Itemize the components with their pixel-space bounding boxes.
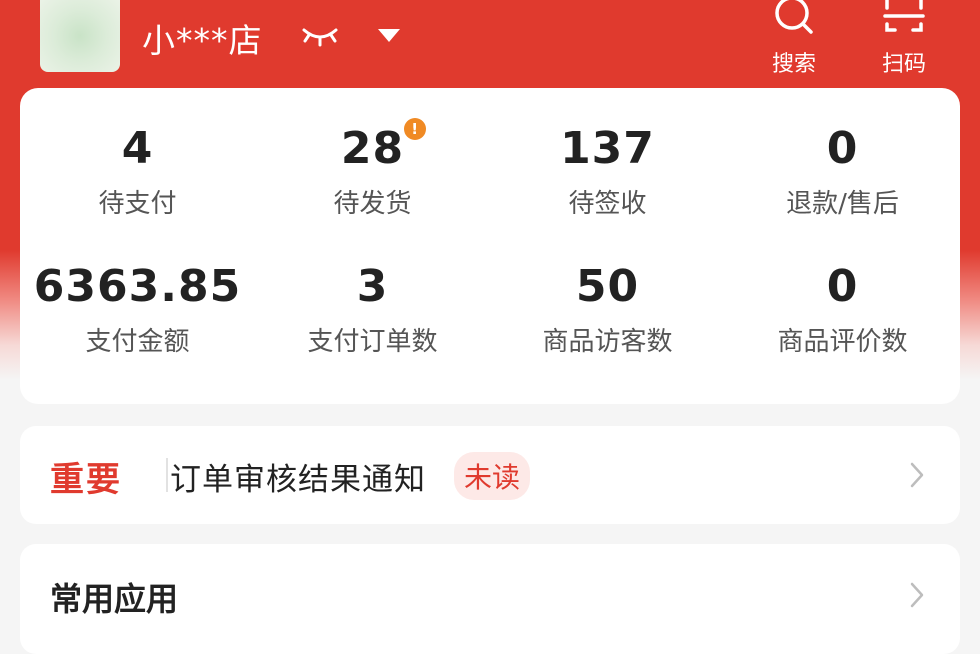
search-icon [775, 0, 813, 34]
common-apps-section[interactable]: 常用应用 [20, 544, 960, 654]
stat-label: 待发货 [333, 189, 412, 219]
stat-label: 支付订单数 [307, 327, 438, 357]
stat-product-visitors[interactable]: 50 商品访客数 [490, 262, 725, 358]
search-button[interactable]: 搜索 [759, 0, 829, 80]
stat-value: 3 [356, 261, 389, 312]
notice-tag: 重要 [50, 460, 122, 500]
stat-label: 支付金额 [85, 327, 190, 357]
stats-card: 4 待支付 28! 待发货 137 待签收 0 退款/售后 6363.85 支付… [20, 88, 960, 404]
stat-label: 待支付 [98, 189, 177, 219]
shop-header: 小***店 搜索 扫码 [0, 0, 980, 80]
stat-value: 4 [121, 123, 154, 174]
notice-text: 订单审核结果通知 [170, 462, 426, 498]
stat-value: 137 [560, 123, 655, 174]
stat-refund-aftersale[interactable]: 0 退款/售后 [725, 124, 960, 220]
unread-badge: 未读 [454, 452, 531, 500]
important-notice[interactable]: 重要 订单审核结果通知 未读 [20, 426, 960, 524]
scan-label: 扫码 [881, 52, 926, 77]
stat-value: 50 [575, 261, 640, 312]
shop-avatar[interactable] [40, 0, 120, 72]
chevron-right-icon [910, 582, 924, 608]
stat-value: 6363.85 [33, 261, 242, 312]
stat-pending-shipment[interactable]: 28! 待发货 [255, 118, 490, 220]
search-label: 搜索 [771, 52, 816, 77]
stat-value: 0 [826, 123, 859, 174]
notice-divider [166, 458, 168, 492]
shop-name[interactable]: 小***店 [142, 14, 263, 62]
stat-payment-amount[interactable]: 6363.85 支付金额 [20, 262, 255, 358]
caret-down-icon[interactable] [376, 26, 402, 44]
eye-closed-icon[interactable] [300, 22, 340, 48]
warning-badge-icon: ! [404, 118, 427, 140]
stat-pending-receipt[interactable]: 137 待签收 [490, 124, 725, 220]
stat-pending-payment[interactable]: 4 待支付 [20, 124, 255, 220]
stat-paid-orders[interactable]: 3 支付订单数 [255, 262, 490, 358]
stat-label: 待签收 [568, 189, 647, 219]
chevron-right-icon [910, 462, 924, 488]
stat-product-reviews[interactable]: 0 商品评价数 [725, 262, 960, 358]
scan-button[interactable]: 扫码 [869, 0, 939, 80]
stat-value: 28 [340, 123, 405, 174]
stat-value: 0 [826, 261, 859, 312]
stat-label: 商品评价数 [777, 327, 908, 357]
scan-icon [883, 0, 925, 32]
stat-label: 退款/售后 [786, 189, 899, 219]
apps-title: 常用应用 [50, 580, 179, 618]
stat-label: 商品访客数 [542, 327, 673, 357]
